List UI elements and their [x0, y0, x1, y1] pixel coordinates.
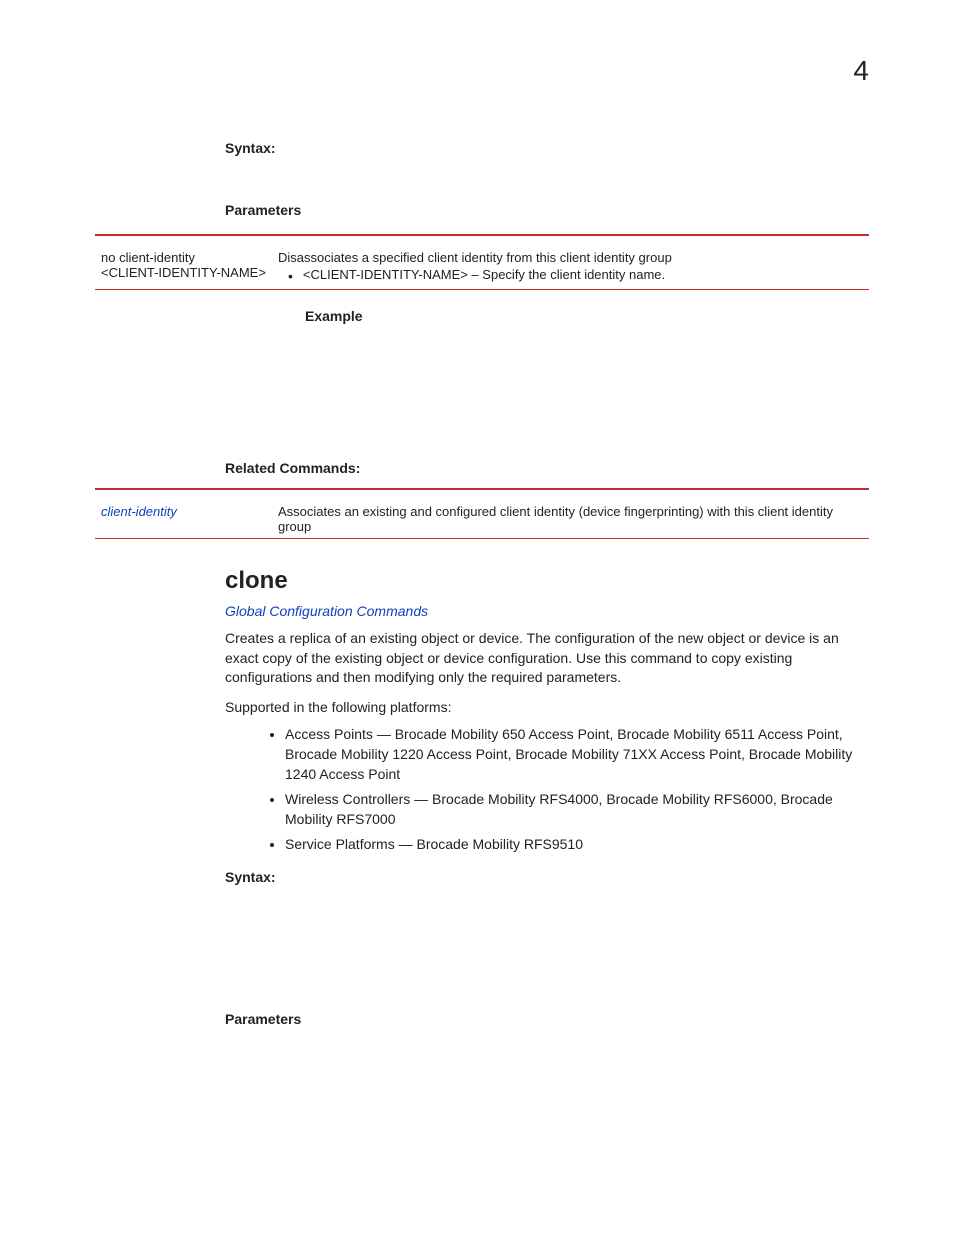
related-desc-cell: Associates an existing and configured cl… [272, 500, 869, 538]
divider [95, 234, 869, 236]
param-right-cell: Disassociates a specified client identit… [272, 246, 869, 289]
parameters-heading-1: Parameters [225, 202, 869, 218]
parameters-table-1: no client-identity <CLIENT-IDENTITY-NAME… [95, 246, 869, 289]
page-container: 4 Syntax: Parameters no client-identity … [0, 0, 954, 1235]
list-item: Service Platforms — Brocade Mobility RFS… [285, 835, 869, 855]
related-link-cell: client-identity [95, 500, 272, 538]
example-heading: Example [305, 308, 869, 324]
divider [95, 538, 869, 539]
related-commands-heading: Related Commands: [225, 460, 869, 476]
syntax-heading-2: Syntax: [225, 869, 869, 885]
param-desc-line1: Disassociates a specified client identit… [278, 250, 863, 265]
divider [95, 488, 869, 490]
param-name-line1: no client-identity [101, 250, 266, 265]
syntax-heading-1: Syntax: [225, 140, 869, 156]
clone-title: clone [225, 567, 869, 595]
page-number: 4 [853, 55, 869, 87]
param-desc-line2: <CLIENT-IDENTITY-NAME> – Specify the cli… [303, 267, 665, 282]
table-row: no client-identity <CLIENT-IDENTITY-NAME… [95, 246, 869, 289]
list-item: Access Points — Brocade Mobility 650 Acc… [285, 725, 869, 784]
global-config-link[interactable]: Global Configuration Commands [225, 603, 869, 619]
param-left-cell: no client-identity <CLIENT-IDENTITY-NAME… [95, 246, 272, 289]
param-name-line2: <CLIENT-IDENTITY-NAME> [101, 265, 266, 280]
bullet-icon: • [288, 267, 293, 285]
client-identity-link[interactable]: client-identity [101, 504, 177, 519]
parameters-heading-2: Parameters [225, 1011, 869, 1027]
supported-platforms-label: Supported in the following platforms: [225, 698, 869, 718]
related-commands-table: client-identity Associates an existing a… [95, 500, 869, 538]
table-row: client-identity Associates an existing a… [95, 500, 869, 538]
clone-description: Creates a replica of an existing object … [225, 629, 869, 688]
platform-list: Access Points — Brocade Mobility 650 Acc… [225, 725, 869, 855]
list-item: Wireless Controllers — Brocade Mobility … [285, 790, 869, 829]
